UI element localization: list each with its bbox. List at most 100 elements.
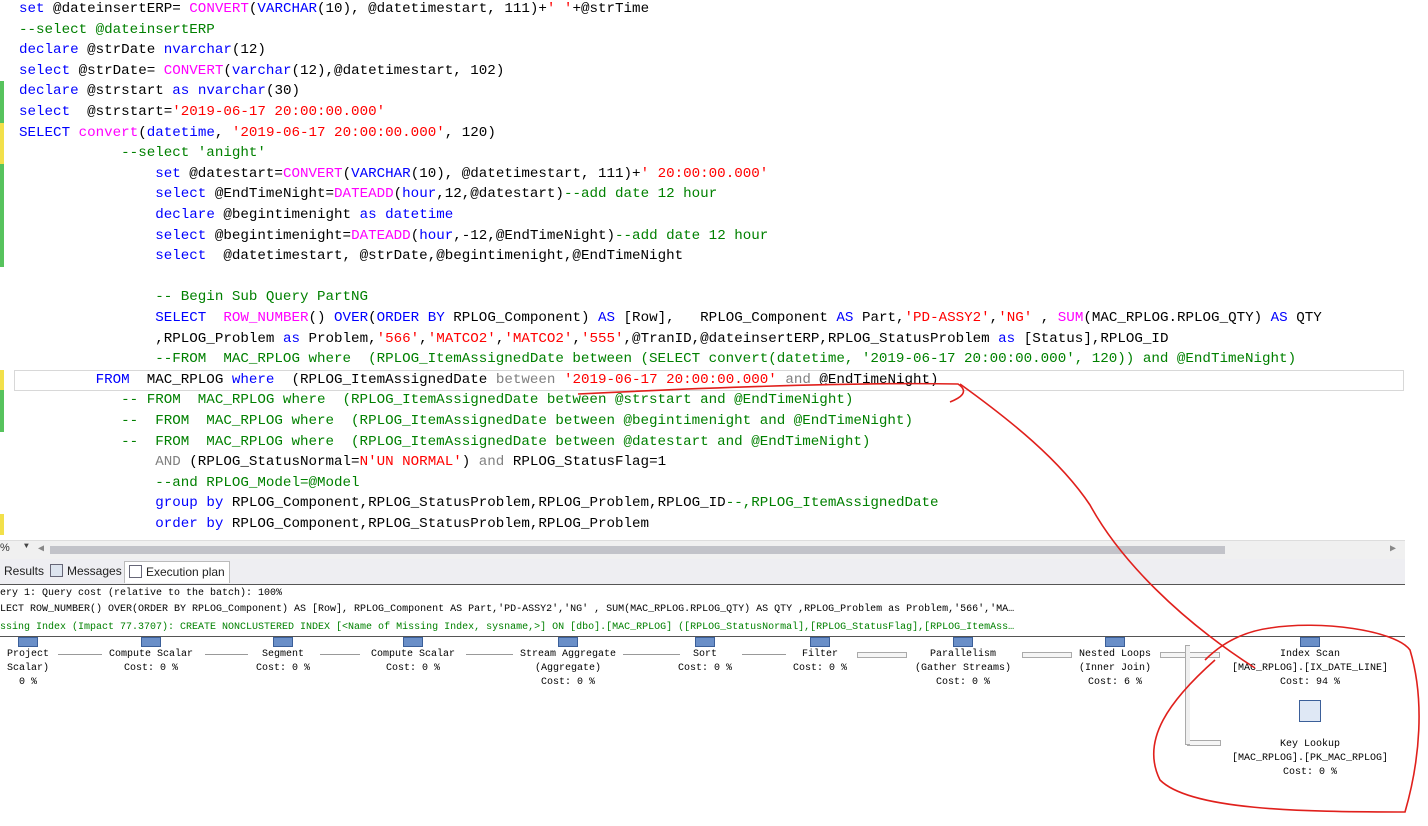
tab-results[interactable]: Results xyxy=(0,561,48,582)
code-line[interactable]: group by RPLOG_Component,RPLOG_StatusPro… xyxy=(19,493,938,514)
code-line[interactable]: -- FROM MAC_RPLOG where (RPLOG_ItemAssig… xyxy=(19,390,853,411)
code-token: @strDate xyxy=(78,42,164,59)
code-token: select xyxy=(155,227,207,244)
plan-node-label: Stream Aggregate xyxy=(519,649,617,660)
scroll-right-icon[interactable]: ▶ xyxy=(1390,543,1396,555)
code-token: [Row], RPLOG_Component xyxy=(615,310,837,326)
plan-operator-icon[interactable] xyxy=(141,637,161,647)
code-line[interactable]: declare @strstart as nvarchar(30) xyxy=(19,81,300,102)
code-token: varchar xyxy=(231,62,292,79)
code-token: declare xyxy=(19,42,79,59)
plan-operator-icon[interactable] xyxy=(810,637,830,647)
code-line[interactable]: --select 'anight' xyxy=(19,143,266,164)
tab-messages[interactable]: Messages xyxy=(46,561,126,582)
plan-node-label: Compute Scalar xyxy=(108,649,194,660)
code-token: -- FROM MAC_RPLOG where (RPLOG_ItemAssig… xyxy=(19,392,854,409)
plan-node-index-scan[interactable]: Index Scan [MAC_RPLOG].[IX_DATE_LINE] Cost… xyxy=(1232,648,1388,690)
code-token: Problem, xyxy=(299,330,377,347)
code-token: () xyxy=(308,310,335,326)
code-token: (10), @datetimestart, 111)+ xyxy=(317,1,547,17)
vertical-scrollbar[interactable] xyxy=(1405,0,1428,826)
code-line[interactable]: -- FROM MAC_RPLOG where (RPLOG_ItemAssig… xyxy=(19,432,870,453)
code-line[interactable]: set @datestart=CONVERT(VARCHAR(10), @dat… xyxy=(19,164,768,185)
code-line[interactable]: select @datetimestart, @strDate,@beginti… xyxy=(19,246,683,267)
code-line[interactable]: -- FROM MAC_RPLOG where (RPLOG_ItemAssig… xyxy=(19,411,913,432)
plan-arrow xyxy=(1022,652,1072,658)
plan-operator-icon[interactable] xyxy=(1299,700,1321,722)
plan-operator-icon[interactable] xyxy=(695,637,715,647)
plan-operator-icon[interactable] xyxy=(273,637,293,647)
plan-operator-icon[interactable] xyxy=(558,637,578,647)
code-token: OVER xyxy=(334,310,369,326)
tab-execution-plan[interactable]: Execution plan xyxy=(124,561,230,583)
plan-node-stream-aggregate[interactable]: Stream Aggregate (Aggregate) Cost: 0 % xyxy=(520,648,616,690)
change-marker xyxy=(0,246,4,267)
code-token: AS xyxy=(598,310,616,326)
code-line[interactable]: -- Begin Sub Query PartNG xyxy=(19,287,368,308)
code-line[interactable]: --select @dateinsertERP xyxy=(19,20,215,41)
scrollbar-thumb[interactable] xyxy=(50,546,1225,554)
plan-node-sort[interactable]: Sort Cost: 0 % xyxy=(678,648,732,676)
code-line[interactable]: select @strDate= CONVERT(varchar(12),@da… xyxy=(19,61,504,82)
code-line[interactable]: SELECT ROW_NUMBER() OVER(ORDER BY RPLOG_… xyxy=(19,308,1322,329)
plan-node-compute-scalar[interactable]: Compute Scalar Cost: 0 % xyxy=(109,648,193,676)
query-editor[interactable]: set @dateinsertERP= CONVERT(VARCHAR(10),… xyxy=(0,0,1405,540)
code-line[interactable]: order by RPLOG_Component,RPLOG_StatusPro… xyxy=(19,514,649,535)
code-line[interactable]: SELECT convert(datetime, '2019-06-17 20:… xyxy=(19,123,496,144)
plan-node-label: Scalar) xyxy=(6,663,50,674)
code-line[interactable]: ,RPLOG_Problem as Problem,'566','MATCO2'… xyxy=(19,329,1168,350)
editor-horizontal-scrollbar[interactable]: % ▼ ◀ ▶ xyxy=(0,540,1405,559)
plan-node-label: (Inner Join) xyxy=(1078,663,1152,674)
code-token: QTY xyxy=(1287,310,1322,326)
plan-node-label: Project xyxy=(6,649,50,660)
code-line[interactable]: select @begintimenight=DATEADD(hour,-12,… xyxy=(19,226,768,247)
plan-node-compute-scalar-2[interactable]: Compute Scalar Cost: 0 % xyxy=(371,648,455,676)
code-line[interactable]: set @dateinsertERP= CONVERT(VARCHAR(10),… xyxy=(19,0,649,20)
code-line[interactable]: select @EndTimeNight=DATEADD(hour,12,@da… xyxy=(19,184,717,205)
zoom-dropdown-icon[interactable]: ▼ xyxy=(24,542,29,551)
code-token: RPLOG_Component,RPLOG_StatusProblem,RPLO… xyxy=(223,516,650,532)
plan-node-label: Nested Loops xyxy=(1078,649,1152,660)
code-token: ( xyxy=(368,310,377,326)
plan-operator-icon[interactable] xyxy=(403,637,423,647)
plan-node-label: Cost: 94 % xyxy=(1279,677,1340,688)
code-token: AND xyxy=(155,454,181,471)
code-token: CONVERT xyxy=(189,1,249,17)
change-marker xyxy=(0,514,4,535)
code-token: ' ' xyxy=(546,1,573,17)
code-line[interactable]: declare @strDate nvarchar(12) xyxy=(19,40,266,61)
plan-node-parallelism[interactable]: Parallelism (Gather Streams) Cost: 0 % xyxy=(915,648,1011,690)
code-line[interactable]: AND (RPLOG_StatusNormal=N'UN NORMAL') an… xyxy=(19,452,666,473)
code-token: SELECT xyxy=(19,124,71,141)
plan-operator-icon[interactable] xyxy=(1105,637,1125,647)
code-token: and xyxy=(478,454,505,471)
plan-operator-icon[interactable] xyxy=(953,637,973,647)
plan-node-filter[interactable]: Filter Cost: 0 % xyxy=(793,648,847,676)
plan-operator-icon[interactable] xyxy=(18,637,38,647)
plan-node-label: Sort xyxy=(692,649,718,660)
plan-node-label: 0 % xyxy=(18,677,38,688)
plan-operator-icon[interactable] xyxy=(1300,637,1320,647)
code-token: @begintimenight xyxy=(214,207,360,223)
code-token: select xyxy=(155,248,207,265)
plan-node-nested-loops[interactable]: Nested Loops (Inner Join) Cost: 6 % xyxy=(1079,648,1151,690)
zoom-level[interactable]: % xyxy=(0,542,10,554)
code-line[interactable]: --FROM MAC_RPLOG where (RPLOG_ItemAssign… xyxy=(19,349,1296,370)
code-token: as xyxy=(282,330,300,347)
plan-node-key-lookup[interactable]: Key Lookup [MAC_RPLOG].[PK_MAC_RPLOG] Cost… xyxy=(1232,738,1388,780)
code-line[interactable]: select @strstart='2019-06-17 20:00:00.00… xyxy=(19,102,385,123)
code-line[interactable]: --and RPLOG_Model=@Model xyxy=(19,473,359,494)
code-line[interactable]: FROM MAC_RPLOG where (RPLOG_ItemAssigned… xyxy=(19,370,939,391)
code-token: @datestart= xyxy=(180,165,283,182)
plan-node-project[interactable]: Project Scalar) 0 % xyxy=(7,648,49,690)
plan-node-segment[interactable]: Segment Cost: 0 % xyxy=(256,648,310,676)
code-token: --FROM MAC_RPLOG where (RPLOG_ItemAssign… xyxy=(19,351,1297,368)
missing-index-hint[interactable]: ssing Index (Impact 77.3707): CREATE NON… xyxy=(0,620,1014,636)
scroll-left-icon[interactable]: ◀ xyxy=(38,543,44,555)
code-token: [Status],RPLOG_ID xyxy=(1015,330,1169,347)
code-line[interactable]: declare @begintimenight as datetime xyxy=(19,205,453,226)
